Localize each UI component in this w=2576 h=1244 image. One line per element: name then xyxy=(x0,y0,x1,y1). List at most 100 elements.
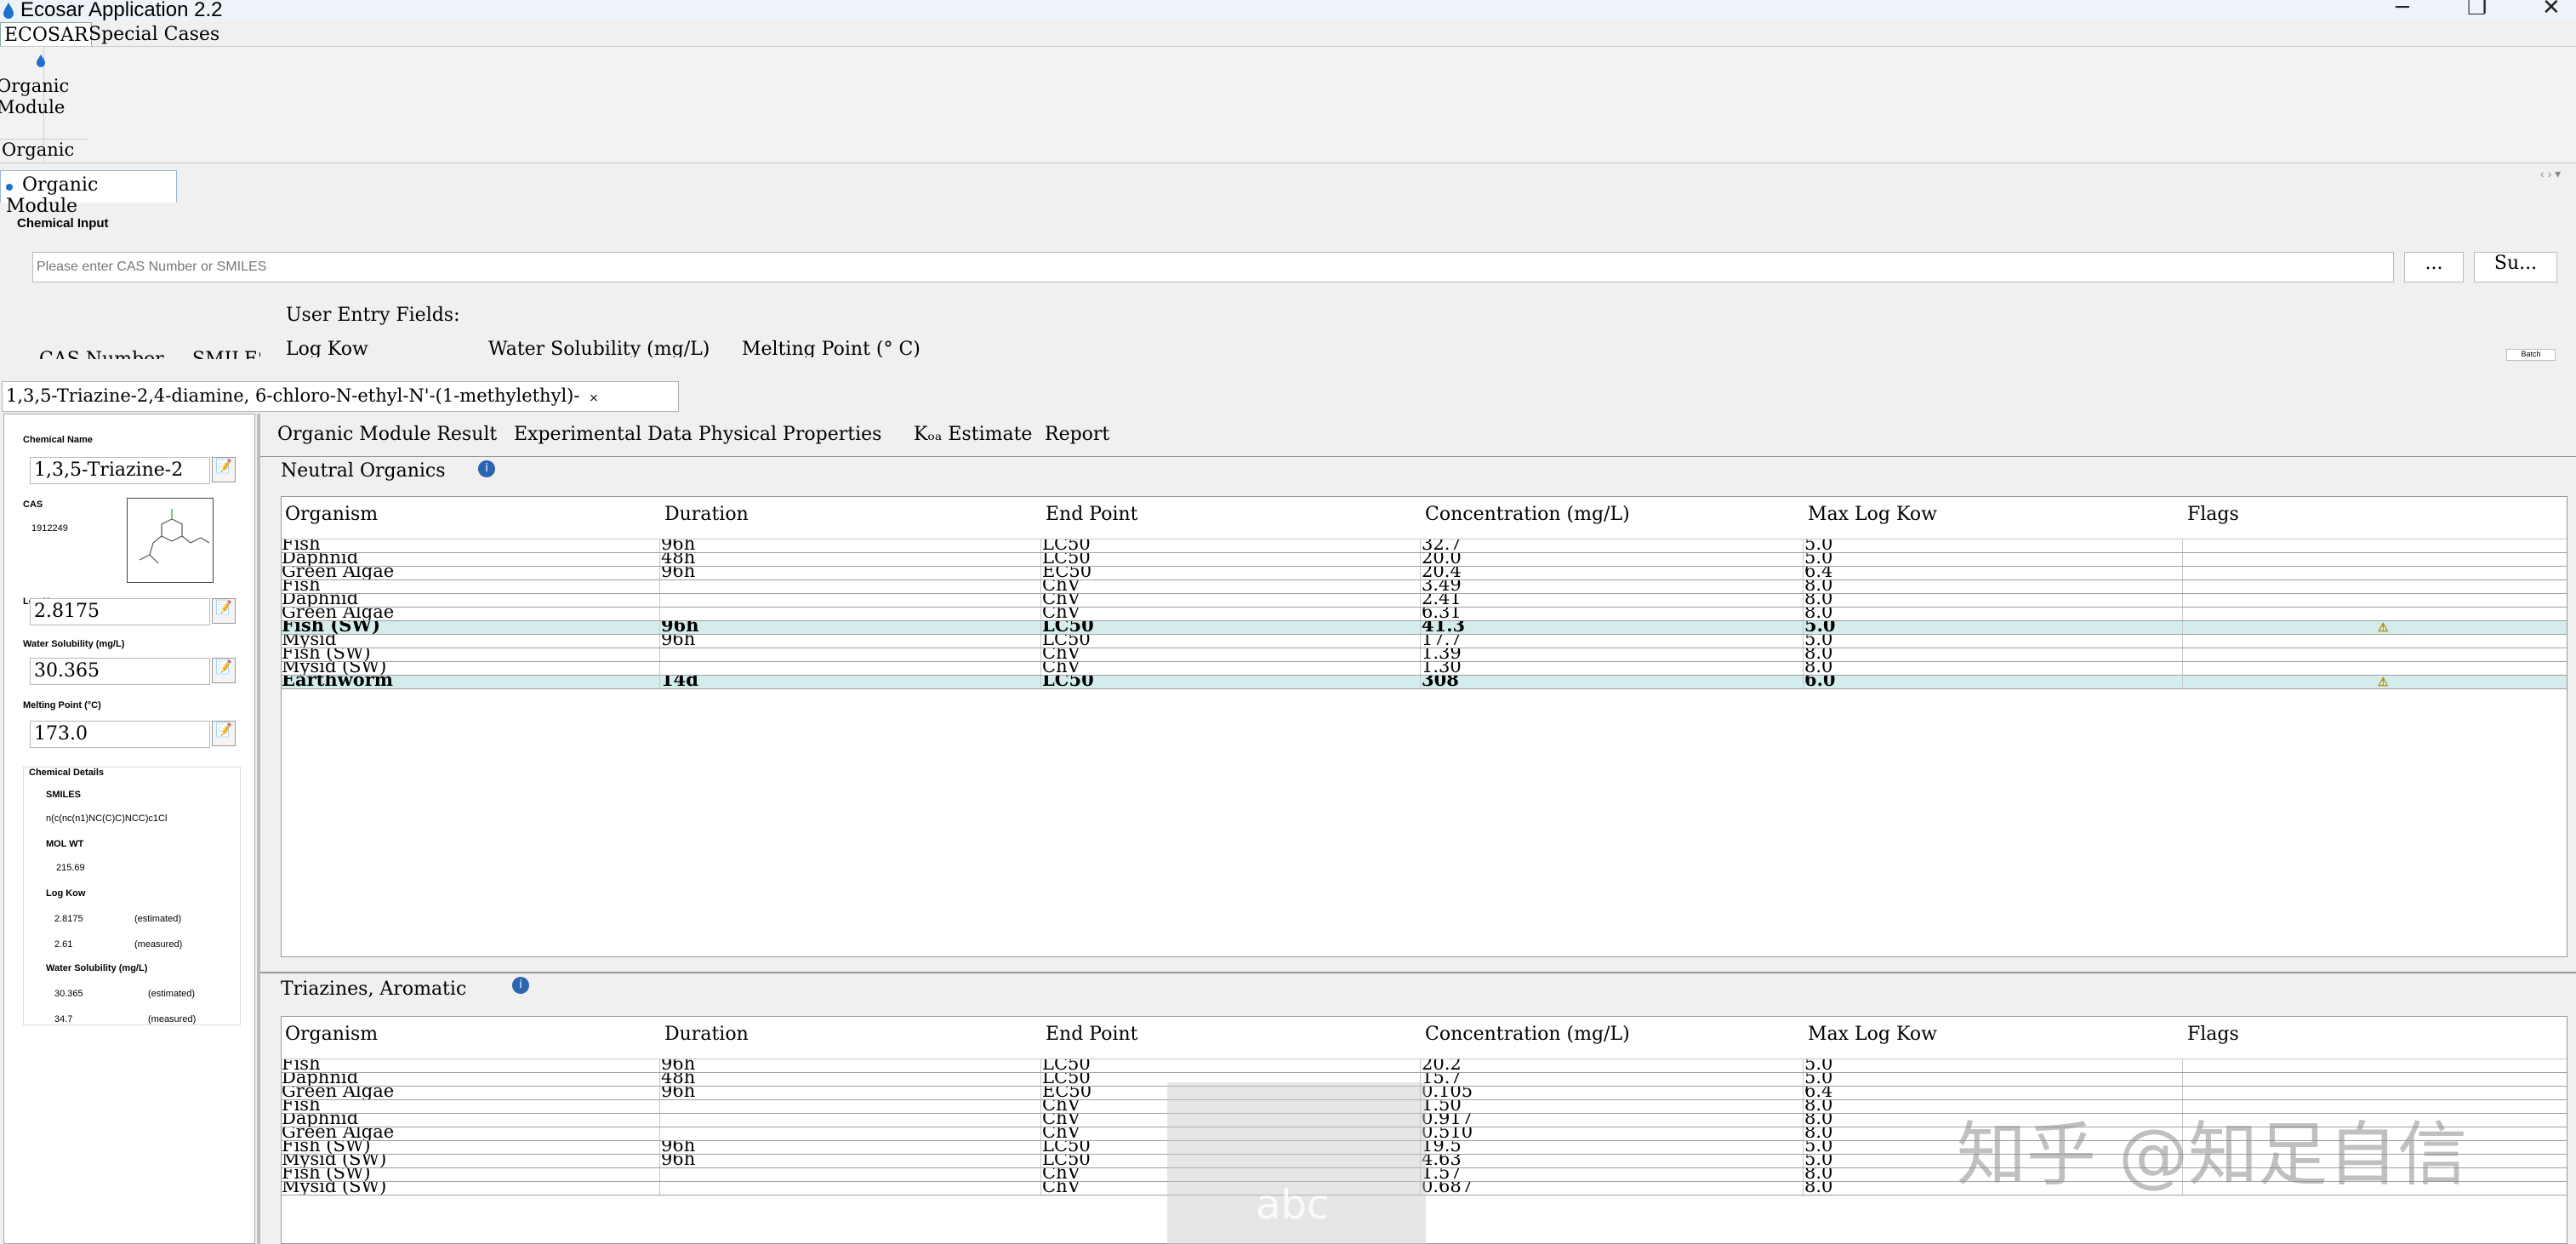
cell: 5.0 xyxy=(1804,621,1836,635)
cell: 96h xyxy=(661,1141,696,1155)
close-button[interactable]: ✕ xyxy=(2542,0,2561,20)
water-solubility-field[interactable]: 30.365 xyxy=(30,658,210,685)
log-kow-field[interactable]: 2.8175 xyxy=(30,598,210,625)
submit-button[interactable]: Su... xyxy=(2474,252,2557,282)
table-row[interactable]: Fish ChV 3.49 8.0 xyxy=(282,580,2567,594)
cell: Fish (SW) xyxy=(282,621,380,635)
col-end-point[interactable]: End Point xyxy=(1046,1024,1138,1045)
column-divider xyxy=(1803,539,1804,552)
col-organism[interactable]: Organism xyxy=(285,504,378,525)
cell: Green Algae xyxy=(282,1087,395,1100)
column-divider xyxy=(659,567,660,579)
log-kow-estimated: 2.8175 xyxy=(54,914,83,924)
column-divider xyxy=(1040,676,1041,688)
title-bar: Ecosar Application 2.2 ─ ❐ ✕ xyxy=(0,0,2576,21)
cell: 41.3 xyxy=(1422,621,1466,635)
table-row[interactable]: Fish (SW) ChV 1.39 8.0 xyxy=(282,648,2567,662)
browse-button[interactable]: ... xyxy=(2404,252,2464,282)
column-divider xyxy=(659,1155,660,1167)
column-divider xyxy=(1420,621,1421,634)
column-divider xyxy=(1803,1127,1804,1140)
info-icon[interactable]: i xyxy=(512,977,529,994)
minimize-button[interactable]: ─ xyxy=(2396,0,2409,20)
col-duration[interactable]: Duration xyxy=(664,504,749,525)
column-divider xyxy=(2182,594,2183,607)
cell: LC50 xyxy=(1042,553,1091,567)
table-row[interactable]: Fish 96h LC50 20.2 5.0 xyxy=(282,1059,2567,1073)
col-max-log-kow[interactable]: Max Log Kow xyxy=(1808,504,1937,525)
column-divider xyxy=(1420,539,1421,552)
ws-estimated-tag: (estimated) xyxy=(148,989,196,999)
chemical-name-field[interactable]: 1,3,5-Triazine-2 xyxy=(30,457,210,484)
cell: Daphnid xyxy=(282,1114,359,1127)
col-concentration[interactable]: Concentration (mg/L) xyxy=(1425,1024,1630,1045)
table-row[interactable]: Earthworm 14d LC50 308 6.0 ⚠ xyxy=(282,676,2567,689)
table-row[interactable]: Fish 96h LC50 32.7 5.0 xyxy=(282,539,2567,553)
tab-experimental-data[interactable]: Experimental Data Physical Properties xyxy=(514,424,881,445)
column-divider xyxy=(659,1100,660,1113)
table-row[interactable]: Green Algae ChV 6.31 8.0 xyxy=(282,608,2567,621)
tab-report[interactable]: Report xyxy=(1045,424,1109,445)
column-divider xyxy=(1040,1114,1041,1127)
info-icon[interactable]: i xyxy=(478,460,495,477)
cell: LC50 xyxy=(1042,1155,1091,1168)
table-row[interactable]: Fish (SW) 96h LC50 41.3 5.0 ⚠ xyxy=(282,621,2567,635)
cell: 8.0 xyxy=(1804,1114,1833,1127)
tab-organic-module-result[interactable]: Organic Module Result xyxy=(277,424,497,445)
col-concentration[interactable]: Concentration (mg/L) xyxy=(1425,504,1630,525)
edit-name-button[interactable]: 📝 xyxy=(212,457,236,482)
column-divider xyxy=(659,1087,660,1099)
melting-point-field[interactable]: 173.0 xyxy=(30,721,210,748)
column-divider xyxy=(1420,608,1421,620)
table-row[interactable]: Mysid (SW) ChV 1.30 8.0 xyxy=(282,662,2567,676)
table-row[interactable]: Mysid 96h LC50 17.7 5.0 xyxy=(282,635,2567,648)
col-max-log-kow[interactable]: Max Log Kow xyxy=(1808,1024,1937,1045)
tab-scroll-icon[interactable]: ‹ › ▾ xyxy=(2540,167,2561,181)
table-row[interactable]: Daphnid ChV 2.41 8.0 xyxy=(282,594,2567,608)
column-divider xyxy=(659,676,660,688)
watermark-abc-text: abc xyxy=(1256,1181,1330,1229)
column-divider xyxy=(1803,1100,1804,1113)
column-divider xyxy=(2182,662,2183,675)
column-divider xyxy=(2182,1073,2183,1086)
cell: 20.2 xyxy=(1422,1059,1462,1073)
column-divider xyxy=(659,1127,660,1140)
edit-log-kow-button[interactable]: 📝 xyxy=(212,598,236,624)
smiles-label: SMILES xyxy=(46,790,81,800)
col-end-point[interactable]: End Point xyxy=(1046,504,1138,525)
tab-special-cases[interactable]: Special Cases xyxy=(85,22,223,46)
batch-button[interactable]: Batch xyxy=(2506,349,2556,361)
table-row[interactable]: Daphnid 48h LC50 20.0 5.0 xyxy=(282,553,2567,567)
table-row[interactable]: Green Algae 96h EC50 20.4 6.4 xyxy=(282,567,2567,580)
grid-header: Organism Duration End Point Concentratio… xyxy=(282,497,2567,539)
col-flags[interactable]: Flags xyxy=(2187,1024,2239,1045)
edit-melting-point-button[interactable]: 📝 xyxy=(212,721,236,746)
col-duration[interactable]: Duration xyxy=(664,1024,749,1045)
edit-water-solubility-button[interactable]: 📝 xyxy=(212,658,236,683)
column-divider xyxy=(1040,608,1041,620)
tab-ecosar[interactable]: ECOSAR xyxy=(0,22,93,46)
app-droplet-icon xyxy=(3,3,14,19)
cell: 19.5 xyxy=(1422,1141,1462,1155)
cell: EC50 xyxy=(1042,1087,1092,1100)
column-divider xyxy=(2182,648,2183,661)
cell: 1.50 xyxy=(1422,1100,1462,1114)
col-flags[interactable]: Flags xyxy=(2187,504,2239,525)
column-divider xyxy=(2182,539,2183,552)
tab-organic-module[interactable]: Organic Module xyxy=(0,170,177,217)
cell: 0.917 xyxy=(1422,1114,1473,1127)
cas-smiles-input[interactable]: Please enter CAS Number or SMILES xyxy=(32,252,2394,282)
cell: Fish xyxy=(282,1100,321,1114)
chemical-result-tab[interactable]: 1,3,5-Triazine-2,4-diamine, 6-chloro-N-e… xyxy=(2,381,679,412)
tab-koa-estimate[interactable]: Kₒₐ Estimate xyxy=(914,424,1032,445)
cell: ChV xyxy=(1042,662,1080,676)
column-divider xyxy=(1040,621,1041,634)
col-organism[interactable]: Organism xyxy=(285,1024,378,1045)
restore-button[interactable]: ❐ xyxy=(2467,0,2487,20)
cell: 96h xyxy=(661,635,696,648)
column-divider xyxy=(2182,567,2183,579)
column-divider xyxy=(1803,1087,1804,1099)
column-divider xyxy=(1040,580,1041,593)
close-tab-icon[interactable]: × xyxy=(589,391,599,405)
cell: Daphnid xyxy=(282,553,359,567)
